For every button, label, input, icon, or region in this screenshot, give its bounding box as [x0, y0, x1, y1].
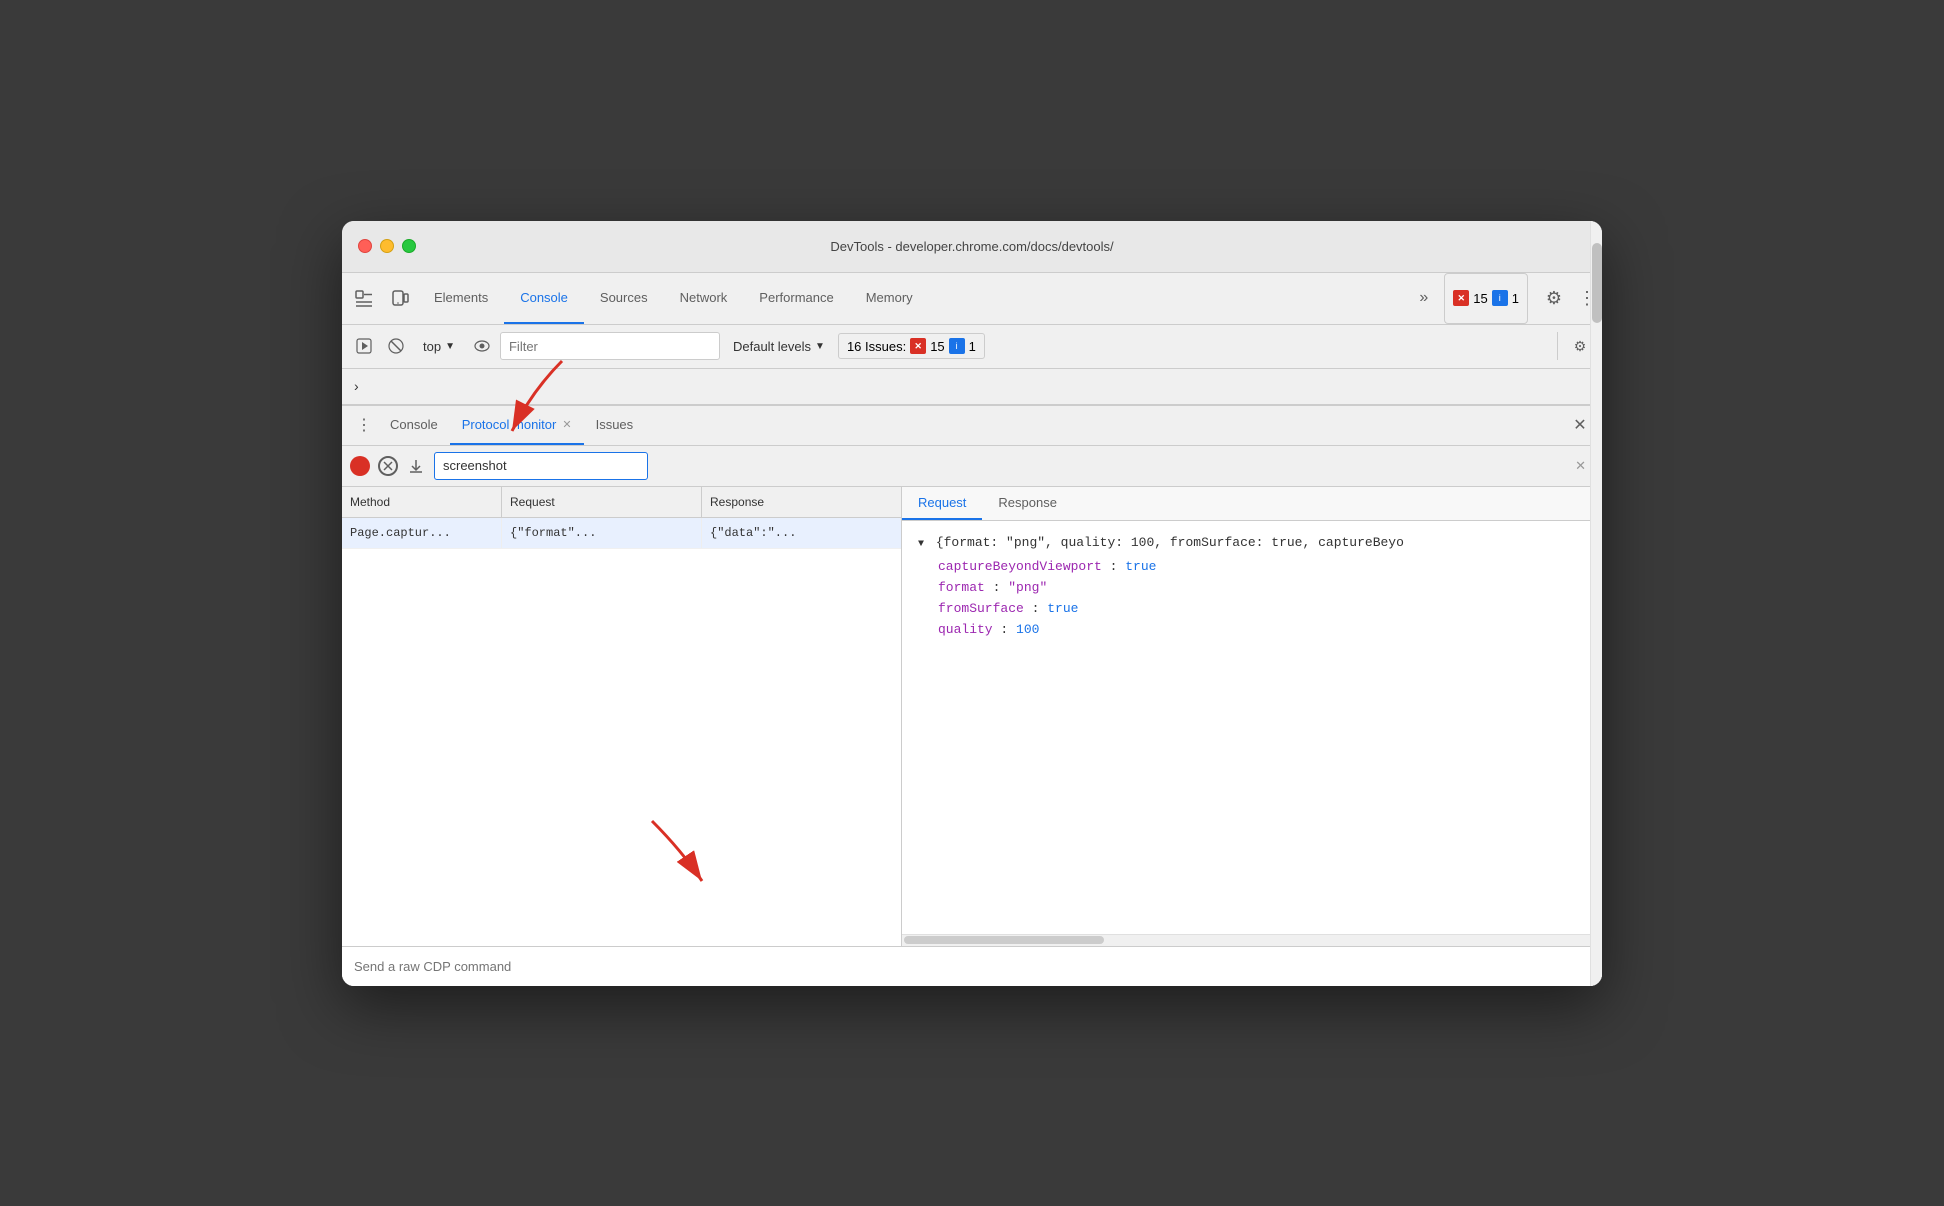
log-levels-button[interactable]: Default levels ▼: [724, 334, 834, 359]
table-row[interactable]: Page.captur... {"format"... {"data":"...: [342, 518, 901, 549]
window-title: DevTools - developer.chrome.com/docs/dev…: [830, 239, 1113, 254]
cell-request: {"format"...: [502, 518, 702, 548]
console-toolbar: top ▼ Default levels ▼ 16 Issues: ✕ 15 i…: [342, 325, 1602, 369]
main-tabs-list: Elements Console Sources Network Perform…: [418, 273, 1411, 324]
protocol-search-bar: ✕: [342, 446, 1602, 487]
traffic-lights: [358, 239, 416, 253]
detail-tab-response[interactable]: Response: [982, 487, 1073, 520]
devtools-tabs-bar: Elements Console Sources Network Perform…: [342, 273, 1602, 325]
table-body: Page.captur... {"format"... {"data":"...: [342, 518, 901, 946]
scrollbar-thumb: [904, 936, 1104, 944]
issues-error-icon: ✕: [910, 338, 926, 354]
breadcrumb-bar: ›: [342, 369, 1602, 405]
search-clear-button[interactable]: ✕: [1575, 458, 1586, 474]
cell-method: Page.captur...: [342, 518, 502, 548]
drawer: ⋮ Console Protocol monitor ✕ Issues ✕: [342, 405, 1602, 986]
detail-panel: Request Response ▼ {format: "png", quali…: [902, 487, 1602, 946]
json-field-fromSurface: fromSurface : true: [938, 599, 1586, 620]
tab-network[interactable]: Network: [664, 273, 744, 324]
table-header: Method Request Response: [342, 487, 901, 518]
tab-console[interactable]: Console: [504, 273, 584, 324]
column-header-method: Method: [342, 487, 502, 517]
protocol-table-left: Method Request Response Page.captur... {…: [342, 487, 902, 946]
inspect-element-button[interactable]: [346, 273, 382, 325]
drawer-tabs-bar: ⋮ Console Protocol monitor ✕ Issues ✕: [342, 406, 1602, 446]
tab-performance[interactable]: Performance: [743, 273, 849, 324]
record-button[interactable]: [350, 456, 370, 476]
window-scrollbar-thumb: [1592, 243, 1602, 323]
toolbar-divider: [1557, 332, 1558, 360]
maximize-button[interactable]: [402, 239, 416, 253]
detail-tab-request[interactable]: Request: [902, 487, 982, 520]
json-fields: captureBeyondViewport : true format : "p…: [938, 557, 1586, 640]
detail-content: ▼ {format: "png", quality: 100, fromSurf…: [902, 521, 1602, 934]
info-icon: i: [1492, 290, 1508, 306]
cdp-command-input[interactable]: [354, 959, 1590, 974]
bottom-bar: [342, 946, 1602, 986]
json-summary: ▼ {format: "png", quality: 100, fromSurf…: [918, 533, 1586, 554]
issues-info-icon: i: [949, 338, 965, 354]
tab-elements[interactable]: Elements: [418, 273, 504, 324]
close-button[interactable]: [358, 239, 372, 253]
breadcrumb-chevron[interactable]: ›: [354, 378, 359, 394]
drawer-tab-console[interactable]: Console: [378, 406, 450, 445]
issues-badge[interactable]: 16 Issues: ✕ 15 i 1: [838, 333, 985, 359]
filter-input[interactable]: [500, 332, 720, 360]
tabs-overflow-button[interactable]: »: [1411, 273, 1436, 324]
column-header-response: Response: [702, 487, 901, 517]
json-field-captureBeyond: captureBeyondViewport : true: [938, 557, 1586, 578]
protocol-table: Method Request Response Page.captur... {…: [342, 487, 1602, 946]
clear-button[interactable]: [378, 456, 398, 476]
cell-response: {"data":"...: [702, 518, 901, 548]
clear-console-button[interactable]: [382, 332, 410, 360]
protocol-monitor-content: ✕ Method Request Response Page.captur...: [342, 446, 1602, 946]
tab-memory[interactable]: Memory: [850, 273, 929, 324]
minimize-button[interactable]: [380, 239, 394, 253]
download-button[interactable]: [406, 456, 426, 476]
settings-button[interactable]: ⚙: [1536, 273, 1572, 325]
run-script-button[interactable]: [350, 332, 378, 360]
title-bar: DevTools - developer.chrome.com/docs/dev…: [342, 221, 1602, 273]
drawer-tab-issues[interactable]: Issues: [584, 406, 646, 445]
device-toolbar-button[interactable]: [382, 273, 418, 325]
protocol-search-input[interactable]: [434, 452, 648, 480]
search-wrapper: ✕: [434, 452, 1594, 480]
tab-sources[interactable]: Sources: [584, 273, 664, 324]
json-field-format: format : "png": [938, 578, 1586, 599]
eye-icon-button[interactable]: [468, 332, 496, 360]
window-scrollbar[interactable]: [1590, 221, 1602, 986]
drawer-tab-close-icon[interactable]: ✕: [562, 418, 571, 431]
context-selector[interactable]: top ▼: [414, 334, 464, 359]
error-icon: ✕: [1453, 290, 1469, 306]
json-field-quality: quality : 100: [938, 620, 1586, 641]
column-header-request: Request: [502, 487, 702, 517]
horizontal-scrollbar[interactable]: [902, 934, 1602, 946]
drawer-tab-protocol-monitor[interactable]: Protocol monitor ✕: [450, 406, 584, 445]
error-badge[interactable]: ✕ 15 i 1: [1444, 273, 1528, 324]
detail-tabs: Request Response: [902, 487, 1602, 521]
drawer-more-button[interactable]: ⋮: [350, 405, 378, 445]
